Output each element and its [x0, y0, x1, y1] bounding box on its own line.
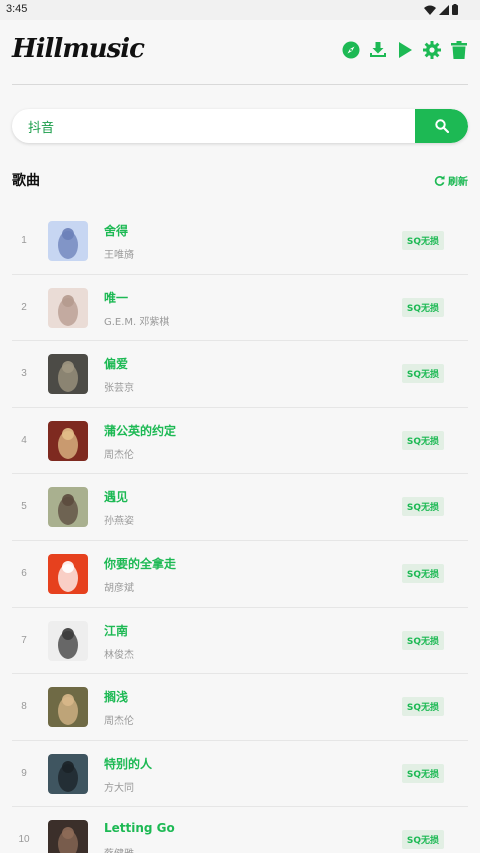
quality-badge: SQ无损: [401, 697, 444, 717]
album-cover-image: [48, 354, 88, 395]
settings-icon: [422, 40, 441, 59]
album-cover: [48, 753, 88, 794]
song-row[interactable]: 7 江南林俊杰 SQ无损: [12, 608, 468, 675]
song-number: 6: [21, 567, 27, 579]
quality-badge: SQ无损: [401, 563, 444, 583]
clear-button[interactable]: [449, 40, 468, 59]
album-cover-image: [48, 420, 88, 461]
album-cover-image: [48, 753, 88, 794]
play-icon: [398, 41, 412, 58]
compass-icon: [342, 41, 359, 58]
song-number: 1: [21, 235, 27, 246]
song-title: 搁浅: [104, 690, 129, 705]
song-number: 9: [21, 767, 27, 779]
song-number: 5: [21, 501, 27, 513]
song-row[interactable]: 5 遇见孙燕姿 SQ无损: [12, 474, 468, 541]
song-row[interactable]: 1 舍得王唯旖 SQ无损: [12, 208, 468, 275]
song-artist: 方大同: [104, 782, 134, 794]
song-artist: 周杰伦: [104, 449, 134, 461]
section-title: 歌曲: [12, 173, 40, 189]
song-artist: 王唯旖: [104, 250, 134, 261]
wifi-icon: [424, 5, 436, 15]
album-cover-image: [48, 687, 88, 728]
song-row[interactable]: 4 蒲公英的约定 周杰伦 SQ无损: [12, 408, 468, 475]
song-number: 10: [18, 834, 30, 846]
song-title: 特别的人: [104, 756, 153, 771]
quality-badge: SQ无损: [401, 630, 444, 650]
app-header: Hillmusic: [0, 20, 480, 84]
play-button[interactable]: [395, 40, 414, 59]
song-number: 8: [21, 701, 27, 713]
search-bar: [12, 109, 468, 143]
song-artist: 胡彦斌: [104, 582, 134, 594]
quality-badge: SQ无损: [401, 763, 444, 783]
song-title: 偏爱: [104, 357, 129, 372]
quality-badge: SQ无损: [401, 231, 444, 250]
song-artist: 蔡健雅: [104, 845, 134, 853]
refresh-label: 刷新: [448, 177, 468, 188]
song-artist: 林俊杰: [104, 649, 134, 661]
song-title: 蒲公英的约定: [104, 423, 177, 438]
quality-badge: SQ无损: [401, 364, 444, 384]
song-row[interactable]: 8 搁浅周杰伦 SQ无损: [12, 674, 468, 741]
song-number: 3: [21, 368, 27, 380]
album-cover-image: [48, 221, 88, 261]
quality-badge: SQ无损: [401, 297, 444, 317]
album-cover: [48, 221, 88, 261]
header-actions: [341, 40, 468, 59]
album-cover: [48, 553, 88, 594]
quality-badge: SQ无损: [401, 830, 444, 850]
album-cover: [48, 354, 88, 395]
song-number: 2: [21, 301, 27, 313]
search-button[interactable]: [415, 109, 468, 143]
song-title: 舍得: [104, 224, 129, 238]
song-title: 江南: [104, 623, 129, 638]
album-cover-image: [48, 820, 88, 853]
song-row[interactable]: 3 偏爱张芸京 SQ无损: [12, 341, 468, 408]
song-number: 7: [21, 634, 27, 646]
status-icons: [424, 4, 458, 15]
refresh-icon: [434, 175, 445, 186]
album-cover-image: [48, 487, 88, 528]
download-icon: [369, 41, 386, 57]
song-title: 你要的全拿走: [104, 556, 177, 571]
song-artist: 张芸京: [104, 383, 134, 395]
search-icon: [434, 119, 449, 133]
status-time: 3:45: [6, 3, 28, 15]
album-cover-image: [48, 287, 88, 328]
album-cover: [48, 287, 88, 328]
album-cover: [48, 820, 88, 853]
album-cover: [48, 487, 88, 528]
refresh-button[interactable]: 刷新: [434, 173, 468, 188]
album-cover: [48, 687, 88, 728]
status-bar: 3:45: [0, 0, 480, 20]
song-artist: 周杰伦: [104, 716, 134, 728]
song-row[interactable]: 10 Letting Go 蔡健雅 SQ无损: [12, 807, 468, 853]
header-divider: [12, 84, 468, 85]
album-cover-image: [48, 620, 88, 661]
song-row[interactable]: 2 唯一 G.E.M. 邓紫棋 SQ无损: [12, 275, 468, 342]
search-input[interactable]: [12, 109, 415, 143]
song-artist: 孙燕姿: [104, 516, 134, 528]
song-list: 1 舍得王唯旖 SQ无损 2 唯一 G.E.M. 邓紫棋 SQ无损 3 偏爱张芸京 SQ无损 4 蒲公…: [12, 208, 468, 853]
signal-icon: [439, 4, 449, 15]
quality-badge: SQ无损: [401, 430, 444, 450]
trash-icon: [450, 40, 467, 59]
quality-badge: SQ无损: [401, 497, 444, 517]
album-cover: [48, 420, 88, 461]
explore-button[interactable]: [341, 40, 360, 59]
song-title: Letting Go: [104, 821, 175, 836]
album-cover-image: [48, 553, 88, 594]
battery-icon: [452, 4, 458, 15]
song-row[interactable]: 6 你要的全拿走 胡彦斌 SQ无损: [12, 541, 468, 608]
song-number: 4: [21, 434, 27, 446]
download-button[interactable]: [368, 40, 387, 59]
app-logo: Hillmusic: [12, 34, 145, 64]
song-artist: G.E.M. 邓紫棋: [104, 316, 170, 328]
song-title: 遇见: [104, 490, 129, 505]
album-cover: [48, 620, 88, 661]
song-row[interactable]: 9 特别的人方大同 SQ无损: [12, 741, 468, 808]
song-title: 唯一: [104, 290, 129, 305]
settings-button[interactable]: [422, 40, 441, 59]
